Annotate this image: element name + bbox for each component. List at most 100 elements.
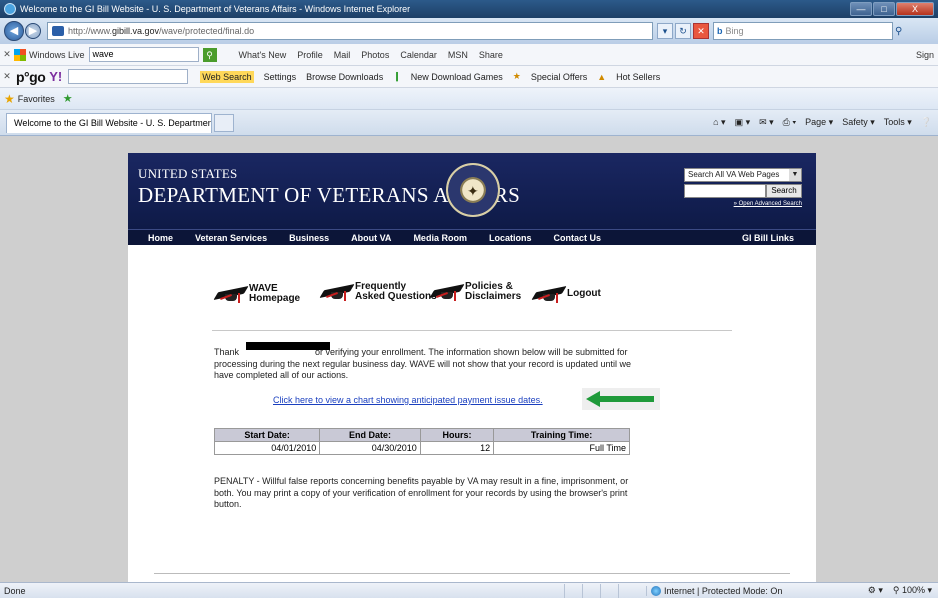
windows-live-search-button[interactable]: ⚲ [202,47,217,62]
policies-link[interactable]: Policies & Disclaimers [429,281,521,303]
url-prefix: http://www. [68,26,113,36]
va-main-nav: Home Veteran Services Business About VA … [128,229,816,245]
pogo-logo[interactable]: p°go [16,69,46,85]
va-nav-media-room[interactable]: Media Room [413,233,467,243]
graduation-cap-icon [531,283,567,305]
va-search-button[interactable]: Search [766,184,802,198]
ie-logo-icon [4,3,16,15]
help-icon[interactable]: ❔ [921,117,932,128]
cell-training-time: Full Time [493,441,630,455]
pogo-web-search[interactable]: Web Search [200,70,254,83]
favorites-button[interactable]: Favorites [18,94,55,104]
yahoo-logo[interactable]: Y! [49,69,62,84]
stop-icon[interactable]: ✕ [693,23,709,39]
wave-homepage-link[interactable]: WAVE Homepage [213,283,301,305]
wl-item-calendar[interactable]: Calendar [400,50,437,60]
faq-link[interactable]: Frequently Asked Questions [319,281,437,303]
va-nav-home[interactable]: Home [148,233,173,243]
cmd-safety[interactable]: Safety ▾ [842,117,875,128]
protected-mode-icon[interactable]: ⚙ ▾ [868,585,883,596]
windows-live-label: Windows Live [29,49,85,60]
header-training-time: Training Time: [493,428,630,442]
back-button[interactable]: ◀ [4,21,24,41]
new-tab-button[interactable] [214,113,234,132]
windows-live-logo[interactable]: Windows Live [14,48,85,61]
pogo-hot-sellers[interactable]: Hot Sellers [616,72,660,82]
forward-button[interactable]: ▶ [25,23,41,39]
pogo-new-download-games[interactable]: New Download Games [411,72,503,82]
add-favorite-icon[interactable]: ★ [63,92,73,105]
zoom-level: 100% [901,585,925,595]
windows-live-search-input[interactable]: wave [88,47,199,62]
va-nav-gi-bill-links[interactable]: GI Bill Links [742,233,794,243]
penalty-notice: PENALTY - Willful false reports concerni… [214,476,629,509]
va-nav-business[interactable]: Business [289,233,329,243]
status-segment [582,583,600,598]
payment-chart-link[interactable]: Click here to view a chart showing antic… [273,395,543,405]
favorites-bar: ★ Favorites ★ [0,88,938,110]
pogo-settings[interactable]: Settings [264,72,297,82]
pogo-special-offers[interactable]: Special Offers [531,72,587,82]
va-search-input[interactable] [684,184,766,198]
green-bar-icon: ❙ [393,71,401,81]
va-header: UNITED STATES DEPARTMENT OF VETERANS AFF… [128,153,816,229]
windows-flag-icon [14,48,26,61]
divider [212,330,732,331]
tab-strip: Welcome to the GI Bill Website - U. S. D… [0,110,938,136]
close-toolbar-icon[interactable]: ✕ [0,49,14,60]
va-favicon-icon [52,26,64,36]
tab-gi-bill[interactable]: Welcome to the GI Bill Website - U. S. D… [6,112,212,133]
graduation-cap-icon [429,281,465,303]
va-search-scope-select[interactable]: Search All VA Web Pages ▼ [684,168,802,182]
wl-sign-in[interactable]: Sign [916,50,934,60]
favorites-star-icon[interactable]: ★ [4,92,15,106]
cmd-page[interactable]: Page ▾ [805,117,833,128]
wl-item-msn[interactable]: MSN [448,50,468,60]
va-seal-icon: ✦ [446,163,500,217]
va-nav-veteran-services[interactable]: Veteran Services [195,233,267,243]
security-zone[interactable]: Internet | Protected Mode: On [646,585,816,596]
wl-item-whats-new[interactable]: What's New [239,50,287,60]
header-end-date: End Date: [319,428,421,442]
maximize-button[interactable]: □ [873,2,895,16]
wl-item-mail[interactable]: Mail [334,50,351,60]
graduation-cap-icon [319,281,355,303]
close-pogo-toolbar-icon[interactable]: ✕ [0,71,14,82]
status-bar: Done Internet | Protected Mode: On ⚙ ▾ ⚲… [0,582,938,598]
mail-icon[interactable]: ✉ ▾ [759,117,774,128]
minimize-button[interactable]: — [850,2,872,16]
logout-link[interactable]: Logout [531,283,601,305]
zoom-control[interactable]: ⚲ 100% ▾ [893,585,932,596]
home-icon[interactable]: ⌂ ▾ [713,117,725,128]
va-nav-contact-us[interactable]: Contact Us [553,233,601,243]
print-icon[interactable]: ⎙ ▾ [783,117,796,128]
table-row: 04/01/2010 04/30/2010 12 Full Time [213,441,630,455]
bing-placeholder: Bing [725,26,744,36]
bing-search-field[interactable]: b Bing [713,22,893,40]
wl-item-photos[interactable]: Photos [361,50,389,60]
address-field[interactable]: http://www. gibill.va.gov/wave/protected/… [47,22,653,40]
pogo-search-input[interactable] [68,69,189,84]
search-icon[interactable]: ⚲ [895,26,902,37]
window-title-bar: Welcome to the GI Bill Website - U. S. D… [0,0,938,18]
refresh-icon[interactable]: ↻ [675,23,691,39]
feeds-icon[interactable]: ▣ ▾ [735,117,751,128]
windows-live-toolbar: ✕ Windows Live wave ⚲ What's New Profile… [0,44,938,66]
va-nav-about-va[interactable]: About VA [351,233,391,243]
wl-item-share[interactable]: Share [479,50,503,60]
address-dropdown-icon[interactable]: ▾ [657,23,673,39]
va-advanced-search-link[interactable]: » Open Advanced Search [728,201,802,207]
wave-home-line2: Homepage [249,293,301,304]
pogo-browse-downloads[interactable]: Browse Downloads [306,72,383,82]
wl-item-profile[interactable]: Profile [297,50,323,60]
navigation-bar: ◀ ▶ http://www. gibill.va.gov/wave/protec… [0,18,938,44]
status-segment [618,583,636,598]
va-nav-locations[interactable]: Locations [489,233,532,243]
globe-icon [651,585,661,596]
pogo-toolbar: ✕ p°go Y! Web Search Settings Browse Dow… [0,66,938,88]
cmd-tools[interactable]: Tools ▾ [884,117,912,128]
thanks-prefix: Thank [214,347,240,357]
url-domain: gibill.va.gov [112,26,160,36]
close-window-button[interactable]: X [896,2,934,16]
cell-end-date: 04/30/2010 [319,441,421,455]
